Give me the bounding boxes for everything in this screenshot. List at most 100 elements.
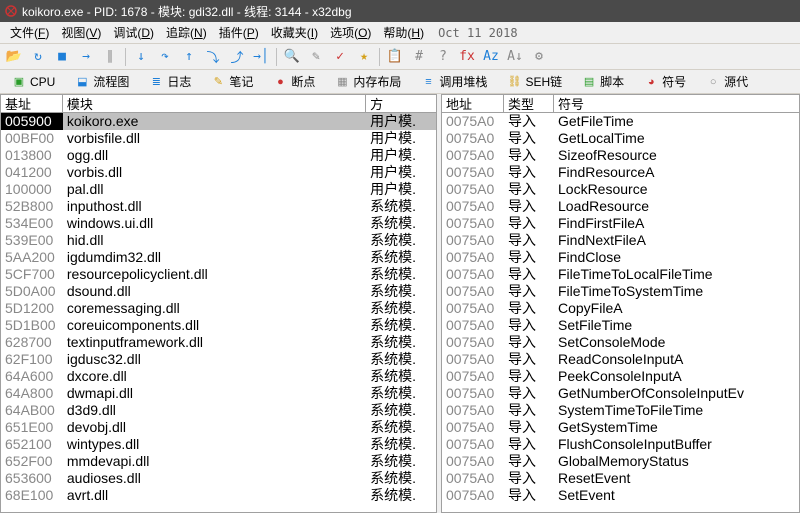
step-over2-icon[interactable]: ⤵: [202, 46, 224, 68]
symbol-row[interactable]: 0075A0导入FlushConsoleInputBuffer: [442, 436, 799, 453]
gear-icon[interactable]: ⚙: [528, 46, 550, 68]
module-row[interactable]: 64A800dwmapi.dll系统模.: [1, 385, 436, 402]
menu-h[interactable]: 帮助(H): [377, 22, 430, 43]
module-row[interactable]: 62F100igdusc32.dll系统模.: [1, 351, 436, 368]
module-row[interactable]: 100000pal.dll用户模.: [1, 181, 436, 198]
symbol-row[interactable]: 0075A0导入FindNextFileA: [442, 232, 799, 249]
stop-icon[interactable]: ■: [51, 46, 73, 68]
module-row[interactable]: 68E100avrt.dll系统模.: [1, 487, 436, 504]
pause-icon[interactable]: ∥: [99, 46, 121, 68]
symbol-row[interactable]: 0075A0导入SetEvent: [442, 487, 799, 504]
patch-icon[interactable]: ✎: [305, 46, 327, 68]
symbol-row[interactable]: 0075A0导入FileTimeToLocalFileTime: [442, 266, 799, 283]
symbol-row[interactable]: 0075A0导入GetSystemTime: [442, 419, 799, 436]
tab-breakpoints[interactable]: ●断点: [265, 71, 323, 92]
symbol-row[interactable]: 0075A0导入GetNumberOfConsoleInputEv: [442, 385, 799, 402]
step-ret-icon[interactable]: ⤴: [226, 46, 248, 68]
symbol-row[interactable]: 0075A0导入GetFileTime: [442, 113, 799, 130]
tab-cpu[interactable]: ▣CPU: [4, 73, 63, 91]
tab-flowchart[interactable]: ⬓流程图: [67, 71, 137, 92]
module-row[interactable]: 534E00windows.ui.dll系统模.: [1, 215, 436, 232]
tab-memmap[interactable]: ▦内存布局: [327, 71, 409, 92]
module-row[interactable]: 00BF00vorbisfile.dll用户模.: [1, 130, 436, 147]
step-into-icon[interactable]: ↓: [130, 46, 152, 68]
symbol-row[interactable]: 0075A0导入SetConsoleMode: [442, 334, 799, 351]
col-type[interactable]: 方: [366, 95, 436, 112]
tab-seh[interactable]: ⛓SEH链: [499, 71, 570, 92]
fx-icon[interactable]: fx: [456, 46, 478, 68]
col-module[interactable]: 模块: [63, 95, 366, 112]
module-row[interactable]: 5D0A00dsound.dll系统模.: [1, 283, 436, 300]
col-symtype[interactable]: 类型: [504, 95, 554, 112]
symbol-name: GetSystemTime: [554, 419, 799, 436]
module-row[interactable]: 5AA200igdumdim32.dll系统模.: [1, 249, 436, 266]
restart-icon[interactable]: ↻: [27, 46, 49, 68]
step-over-icon[interactable]: ↷: [154, 46, 176, 68]
symbol-row[interactable]: 0075A0导入GetLocalTime: [442, 130, 799, 147]
module-row[interactable]: 013800ogg.dll用户模.: [1, 147, 436, 164]
module-row[interactable]: 005900koikoro.exe用户模.: [1, 113, 436, 130]
symbol-row[interactable]: 0075A0导入FindResourceA: [442, 164, 799, 181]
module-row[interactable]: 64AB00d3d9.dll系统模.: [1, 402, 436, 419]
menu-o[interactable]: 选项(O): [324, 22, 377, 43]
symbol-row[interactable]: 0075A0导入SetFileTime: [442, 317, 799, 334]
symbol-row[interactable]: 0075A0导入FileTimeToSystemTime: [442, 283, 799, 300]
module-row[interactable]: 651E00devobj.dll系统模.: [1, 419, 436, 436]
step-out-icon[interactable]: ↑: [178, 46, 200, 68]
module-row[interactable]: 52B800inputhost.dll系统模.: [1, 198, 436, 215]
search-icon[interactable]: 🔍: [281, 46, 303, 68]
menu-p[interactable]: 插件(P): [213, 22, 265, 43]
symbol-row[interactable]: 0075A0导入FindClose: [442, 249, 799, 266]
hash-icon[interactable]: #: [408, 46, 430, 68]
menu-d[interactable]: 调试(D): [107, 22, 160, 43]
module-row[interactable]: 652F00mmdevapi.dll系统模.: [1, 453, 436, 470]
symbol-row[interactable]: 0075A0导入CopyFileA: [442, 300, 799, 317]
symbol-row[interactable]: 0075A0导入SystemTimeToFileTime: [442, 402, 799, 419]
symbol-row[interactable]: 0075A0导入ResetEvent: [442, 470, 799, 487]
star-icon[interactable]: ★: [353, 46, 375, 68]
az-icon[interactable]: Az: [480, 46, 502, 68]
module-row[interactable]: 5D1B00coreuicomponents.dll系统模.: [1, 317, 436, 334]
source-icon: ○: [706, 75, 720, 89]
module-row[interactable]: 5CF700resourcepolicyclient.dll系统模.: [1, 266, 436, 283]
symbol-row[interactable]: 0075A0导入SizeofResource: [442, 147, 799, 164]
tab-notes[interactable]: ✎笔记: [203, 71, 261, 92]
menu-n[interactable]: 追踪(N): [160, 22, 213, 43]
tab-source[interactable]: ○源代: [698, 71, 756, 92]
run-icon[interactable]: →: [75, 46, 97, 68]
comment-icon[interactable]: ✓: [329, 46, 351, 68]
module-row[interactable]: 539E00hid.dll系统模.: [1, 232, 436, 249]
col-base[interactable]: 基址: [1, 95, 63, 112]
symbol-row[interactable]: 0075A0导入GlobalMemoryStatus: [442, 453, 799, 470]
run-to-icon[interactable]: →│: [250, 46, 272, 68]
menu-v[interactable]: 视图(V): [55, 22, 107, 43]
col-addr[interactable]: 地址: [442, 95, 504, 112]
calc-icon[interactable]: ?: [432, 46, 454, 68]
symbol-row[interactable]: 0075A0导入ReadConsoleInputA: [442, 351, 799, 368]
tab-symbols[interactable]: ◕符号: [636, 71, 694, 92]
symbol-type: 导入: [504, 130, 554, 147]
tab-script[interactable]: ▤脚本: [574, 71, 632, 92]
module-row[interactable]: 041200vorbis.dll用户模.: [1, 164, 436, 181]
module-row[interactable]: 628700textinputframework.dll系统模.: [1, 334, 436, 351]
symbol-addr: 0075A0: [442, 453, 504, 470]
menu-f[interactable]: 文件(F): [4, 22, 55, 43]
module-row[interactable]: 5D1200coremessaging.dll系统模.: [1, 300, 436, 317]
open-icon[interactable]: 📂: [3, 46, 25, 68]
col-symbol[interactable]: 符号: [554, 95, 799, 112]
module-row[interactable]: 64A600dxcore.dll系统模.: [1, 368, 436, 385]
symbols-body[interactable]: 0075A0导入GetFileTime0075A0导入GetLocalTime0…: [442, 113, 799, 512]
symbol-row[interactable]: 0075A0导入FindFirstFileA: [442, 215, 799, 232]
symbol-row[interactable]: 0075A0导入LoadResource: [442, 198, 799, 215]
font-icon[interactable]: A↓: [504, 46, 526, 68]
symbol-row[interactable]: 0075A0导入PeekConsoleInputA: [442, 368, 799, 385]
tab-callstack[interactable]: ≡调用堆栈: [413, 71, 495, 92]
module-row[interactable]: 653600audioses.dll系统模.: [1, 470, 436, 487]
tab-log[interactable]: ≣日志: [141, 71, 199, 92]
module-addr: 652100: [1, 436, 63, 453]
menu-i[interactable]: 收藏夹(I): [265, 22, 324, 43]
symbol-row[interactable]: 0075A0导入LockResource: [442, 181, 799, 198]
module-row[interactable]: 652100wintypes.dll系统模.: [1, 436, 436, 453]
modules-body[interactable]: 005900koikoro.exe用户模.00BF00vorbisfile.dl…: [1, 113, 436, 512]
script-icon[interactable]: 📋: [384, 46, 406, 68]
